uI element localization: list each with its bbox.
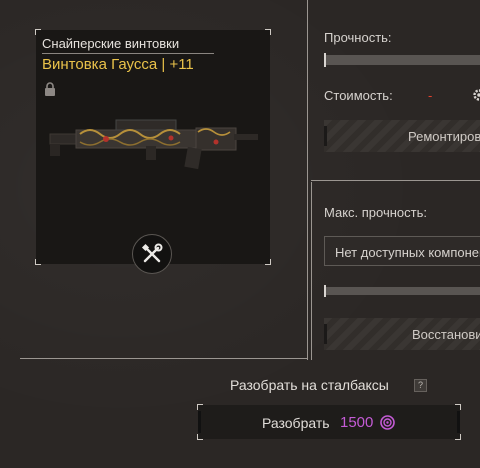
restore-button[interactable]: Восстановить <box>324 318 480 350</box>
button-cap <box>324 126 327 146</box>
disassemble-title: Разобрать на сталбаксы <box>230 377 389 393</box>
button-corner <box>197 434 203 440</box>
gauss-rifle-image <box>49 119 258 170</box>
card-corner <box>35 29 41 35</box>
repair-button-label: Ремонтировать <box>408 129 480 144</box>
max-durability-bar <box>326 287 480 295</box>
cost-value: - <box>428 88 433 103</box>
button-corner <box>455 404 461 410</box>
item-card: Снайперские винтовки Винтовка Гаусса | +… <box>35 29 271 274</box>
button-corner <box>197 404 203 410</box>
durability-label: Прочность: <box>324 30 392 45</box>
bar-cap <box>324 53 326 67</box>
max-durability-label: Макс. прочность: <box>324 205 427 220</box>
help-icon[interactable]: ? <box>414 379 427 392</box>
modify-button[interactable] <box>132 234 172 274</box>
item-category: Снайперские винтовки <box>42 36 180 51</box>
components-select-value: Нет доступных компонентов <box>335 245 480 260</box>
components-select[interactable]: Нет доступных компонентов <box>324 236 480 266</box>
disassemble-button-label: Разобрать <box>262 415 330 431</box>
durability-bar <box>326 55 480 65</box>
restore-button-label: Восстановить <box>412 327 480 342</box>
divider <box>42 53 214 54</box>
divider <box>311 182 312 360</box>
button-cap <box>457 411 460 433</box>
divider <box>307 0 308 360</box>
disassemble-price: 1500 <box>340 414 374 431</box>
card-corner <box>35 259 41 265</box>
button-cap <box>198 411 201 433</box>
item-name: Винтовка Гаусса | +11 <box>42 56 194 73</box>
stalbucks-coin-icon <box>380 415 395 430</box>
wrench-screwdriver-icon <box>141 243 163 263</box>
card-corner <box>265 29 271 35</box>
gear-icon <box>473 89 480 101</box>
bar-cap <box>324 285 326 297</box>
repair-button[interactable]: Ремонтировать <box>324 120 480 152</box>
disassemble-button[interactable]: Разобрать 1500 <box>197 404 461 440</box>
cost-label: Стоимость: <box>324 88 393 103</box>
divider <box>20 358 308 359</box>
lock-icon <box>45 82 55 96</box>
button-corner <box>455 434 461 440</box>
button-cap <box>324 324 327 344</box>
divider <box>311 180 480 181</box>
card-corner <box>265 259 271 265</box>
